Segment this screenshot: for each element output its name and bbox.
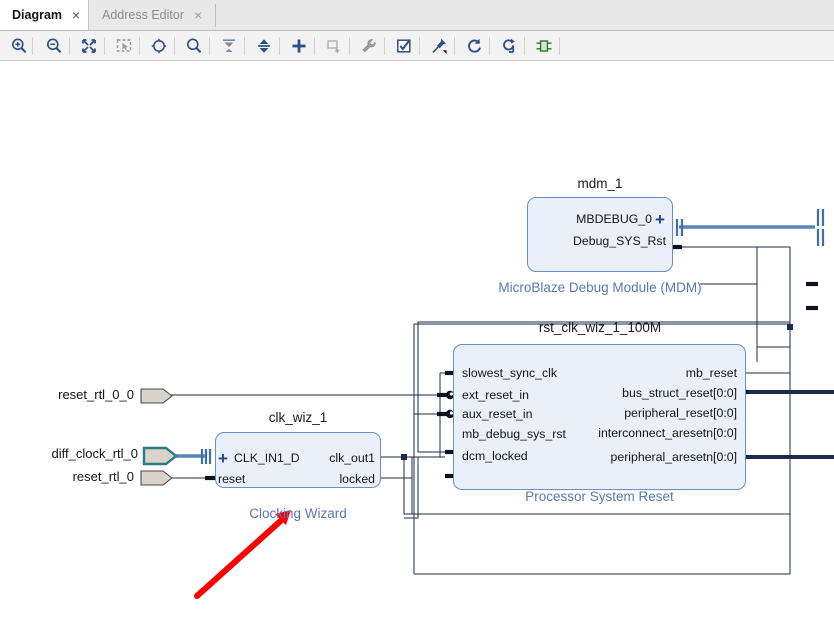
validate-design-button[interactable] [391,33,417,59]
expand-interface-plus-icon-mbdebug[interactable]: + [655,211,665,228]
validate-design-icon [395,37,413,55]
zoom-in-button[interactable] [6,33,32,59]
add-module-button[interactable] [321,33,347,59]
pin-rst-ext-reset-in[interactable]: ext_reset_in [462,388,529,402]
zoom-out-icon [45,37,63,55]
tab-address-editor-label: Address Editor [102,8,184,22]
toolbar-separator [174,37,175,55]
toolbar-separator [32,37,33,55]
pin-rst-dcm-locked[interactable]: dcm_locked [462,449,528,463]
customize-block-button[interactable] [356,33,382,59]
zoom-area-icon [115,37,133,55]
block-title-rst-clk-wiz-1-100m: rst_clk_wiz_1_100M [455,320,745,335]
pin-mdm-1-mbdebug-0[interactable]: MBDEBUG_0 [540,212,652,226]
collapse-all-button[interactable] [216,33,242,59]
pin-clk-wiz-clk-out1[interactable]: clk_out1 [290,451,375,465]
toolbar-separator [244,37,245,55]
toolbar-separator [209,37,210,55]
optimize-routing-button[interactable] [496,33,522,59]
pin-clk-wiz-locked[interactable]: locked [290,472,375,486]
toolbar-separator [349,37,350,55]
external-port-label-reset-rtl-0[interactable]: reset_rtl_0 [0,469,134,484]
settings-wrench-icon [360,37,378,55]
toolbar-separator [314,37,315,55]
external-port-reset-rtl-0-0-shape [141,389,172,403]
block-title-clk-wiz-1: clk_wiz_1 [216,410,380,425]
add-module-icon [325,37,343,55]
pin-rst-bus-struct-reset[interactable]: bus_struct_reset[0:0] [560,386,737,400]
toolbar-separator [104,37,105,55]
toolbar-separator [524,37,525,55]
external-port-diff-clock-rtl-0-shape [144,448,176,464]
toolbar-separator [419,37,420,55]
toolbar-separator [384,37,385,55]
expand-all-icon [255,37,273,55]
zoom-in-icon [10,37,28,55]
diagram-toolbar [0,31,834,61]
interface-connections-button[interactable] [531,33,557,59]
external-port-label-diff-clock-rtl-0[interactable]: diff_clock_rtl_0 [0,446,138,461]
pin-rst-mb-debug-sys-rst[interactable]: mb_debug_sys_rst [462,427,566,441]
add-ip-button[interactable] [286,33,312,59]
pin-rst-mb-reset[interactable]: mb_reset [560,366,737,380]
interface-icon [535,37,553,55]
tab-diagram[interactable]: Diagram × [0,0,89,30]
add-ip-icon [290,37,308,55]
optimize-routing-icon [500,37,518,55]
toolbar-separator [139,37,140,55]
refresh-icon [465,37,483,55]
pin-rst-interconnect-aresetn[interactable]: interconnect_aresetn[0:0] [560,426,737,440]
tab-bar-divider [215,4,216,27]
block-title-mdm-1: mdm_1 [530,176,670,191]
toolbar-separator [559,37,560,55]
toolbar-separator [69,37,70,55]
fit-selection-icon [150,37,168,55]
zoom-fit-button[interactable] [76,33,102,59]
tab-address-editor[interactable]: Address Editor × [90,0,210,30]
pin-rst-slowest-sync-clk[interactable]: slowest_sync_clk [462,366,557,380]
pin-button[interactable] [426,33,452,59]
zoom-fit-icon [80,37,98,55]
pin-mdm-1-debug-sys-rst[interactable]: Debug_SYS_Rst [540,234,666,248]
external-port-reset-rtl-0-shape [141,471,172,485]
collapse-all-icon [220,37,238,55]
tab-address-editor-close-icon[interactable]: × [194,8,202,22]
search-icon [185,37,203,55]
pin-rst-peripheral-reset[interactable]: peripheral_reset[0:0] [560,406,737,420]
toolbar-separator [279,37,280,55]
external-port-shapes [141,389,176,485]
expand-all-button[interactable] [251,33,277,59]
tab-diagram-label: Diagram [12,8,62,22]
refresh-layout-button[interactable] [461,33,487,59]
tab-bar: Diagram × Address Editor × [0,0,834,31]
search-button[interactable] [181,33,207,59]
pin-icon [430,37,448,55]
external-port-label-reset-rtl-0-0[interactable]: reset_rtl_0_0 [0,387,134,402]
block-design-window: Diagram × Address Editor × [0,0,834,641]
pin-rst-peripheral-aresetn[interactable]: peripheral_aresetn[0:0] [560,450,737,464]
expand-interface-plus-icon-clk-in1-d[interactable]: + [218,450,228,467]
zoom-out-button[interactable] [41,33,67,59]
block-subtitle-mdm-1: MicroBlaze Debug Module (MDM) [450,280,750,295]
red-arrow-annotation [197,510,291,596]
toolbar-separator [454,37,455,55]
toolbar-separator [489,37,490,55]
zoom-area-button[interactable] [111,33,137,59]
block-subtitle-rst-clk-wiz-1-100m: Processor System Reset [453,489,746,504]
diagram-canvas[interactable]: reset_rtl_0_0 diff_clock_rtl_0 reset_rtl… [0,62,834,641]
tab-diagram-close-icon[interactable]: × [72,8,80,22]
pin-rst-aux-reset-in[interactable]: aux_reset_in [462,407,532,421]
fit-selection-button[interactable] [146,33,172,59]
block-subtitle-clk-wiz-1: Clocking Wizard [215,506,381,521]
pin-clk-wiz-reset[interactable]: reset [218,472,245,486]
